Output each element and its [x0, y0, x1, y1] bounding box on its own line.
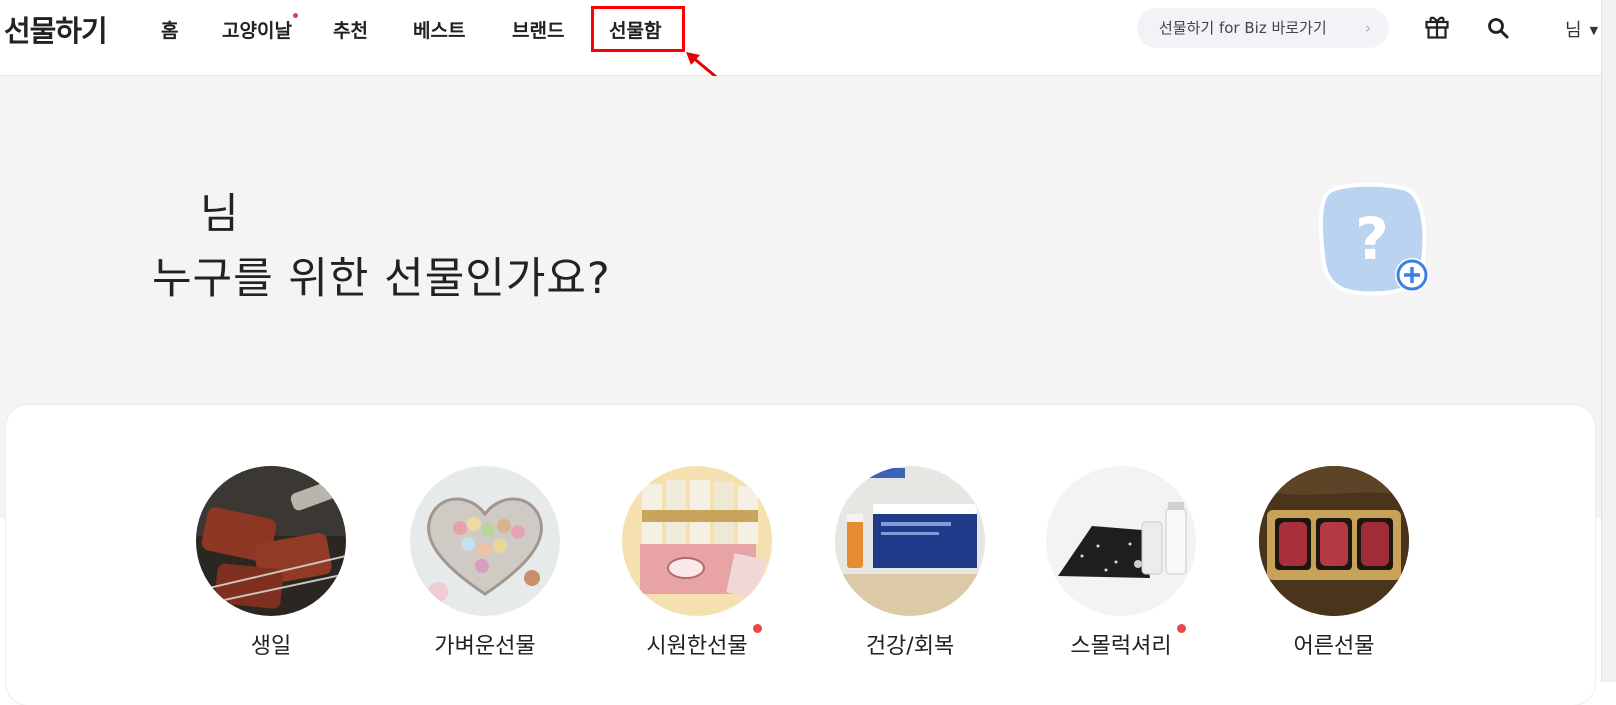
category-small-luxury[interactable]: 스몰럭셔리 — [1046, 466, 1196, 660]
nav-cat-day[interactable]: 고양이날 — [222, 16, 292, 43]
new-dot — [1176, 624, 1186, 633]
user-name: 님 — [1565, 20, 1582, 41]
nav-home[interactable]: 홈 — [159, 16, 181, 43]
category-label: 스몰럭셔리 — [1070, 624, 1186, 660]
category-elder-gift[interactable]: 어른선물 — [1259, 466, 1409, 660]
category-image-birthday — [196, 466, 346, 616]
category-label: 어른선물 — [1293, 634, 1375, 659]
category-light-gift[interactable]: 가벼운선물 — [410, 466, 560, 660]
category-cool-gift[interactable]: 시원한선물 — [622, 466, 772, 660]
category-label: 시원한선물 — [646, 624, 762, 660]
add-friend-button[interactable]: ? — [1316, 181, 1434, 299]
hero-user-name: 님 — [200, 189, 239, 238]
chevron-right-icon: › — [1365, 19, 1371, 37]
category-label: 건강/회복 — [865, 634, 955, 659]
nav-best[interactable]: 베스트 — [413, 16, 465, 43]
plus-circle-icon — [1395, 258, 1429, 292]
new-dot — [293, 13, 298, 18]
biz-link-button[interactable]: 선물하기 for Biz 바로가기 › — [1137, 8, 1389, 48]
gift-icon[interactable] — [1424, 14, 1450, 40]
category-image-small-luxury — [1046, 466, 1196, 616]
scrollbar[interactable] — [1601, 0, 1616, 682]
category-label: 생일 — [250, 634, 292, 659]
logo[interactable]: 선물하기 — [4, 8, 108, 50]
hero-question: 누구를 위한 선물인가요? — [152, 254, 611, 304]
nav-cat-day-label: 고양이날 — [222, 20, 292, 42]
category-label: 가벼운선물 — [434, 634, 536, 659]
top-header: 선물하기 홈 고양이날 추천 베스트 브랜드 선물함 선물하기 for Biz … — [0, 0, 1616, 88]
nav-brand[interactable]: 브랜드 — [512, 16, 564, 43]
category-image-elder-gift — [1259, 466, 1409, 616]
category-health[interactable]: 건강/회복 — [835, 466, 985, 660]
question-mark-icon: ? — [1355, 205, 1389, 273]
search-icon[interactable] — [1486, 16, 1510, 40]
nav-recommend[interactable]: 추천 — [333, 16, 368, 43]
category-image-light-gift — [410, 466, 560, 616]
annotation-highlight-box — [591, 6, 685, 52]
new-dot — [752, 624, 762, 633]
category-image-health — [835, 466, 985, 616]
user-menu[interactable]: 님 ▼ — [1565, 16, 1598, 42]
caret-down-icon: ▼ — [1589, 24, 1599, 37]
category-birthday[interactable]: 생일 — [196, 466, 346, 660]
category-image-cool-gift — [622, 466, 772, 616]
biz-link-label: 선물하기 for Biz 바로가기 — [1159, 19, 1327, 37]
